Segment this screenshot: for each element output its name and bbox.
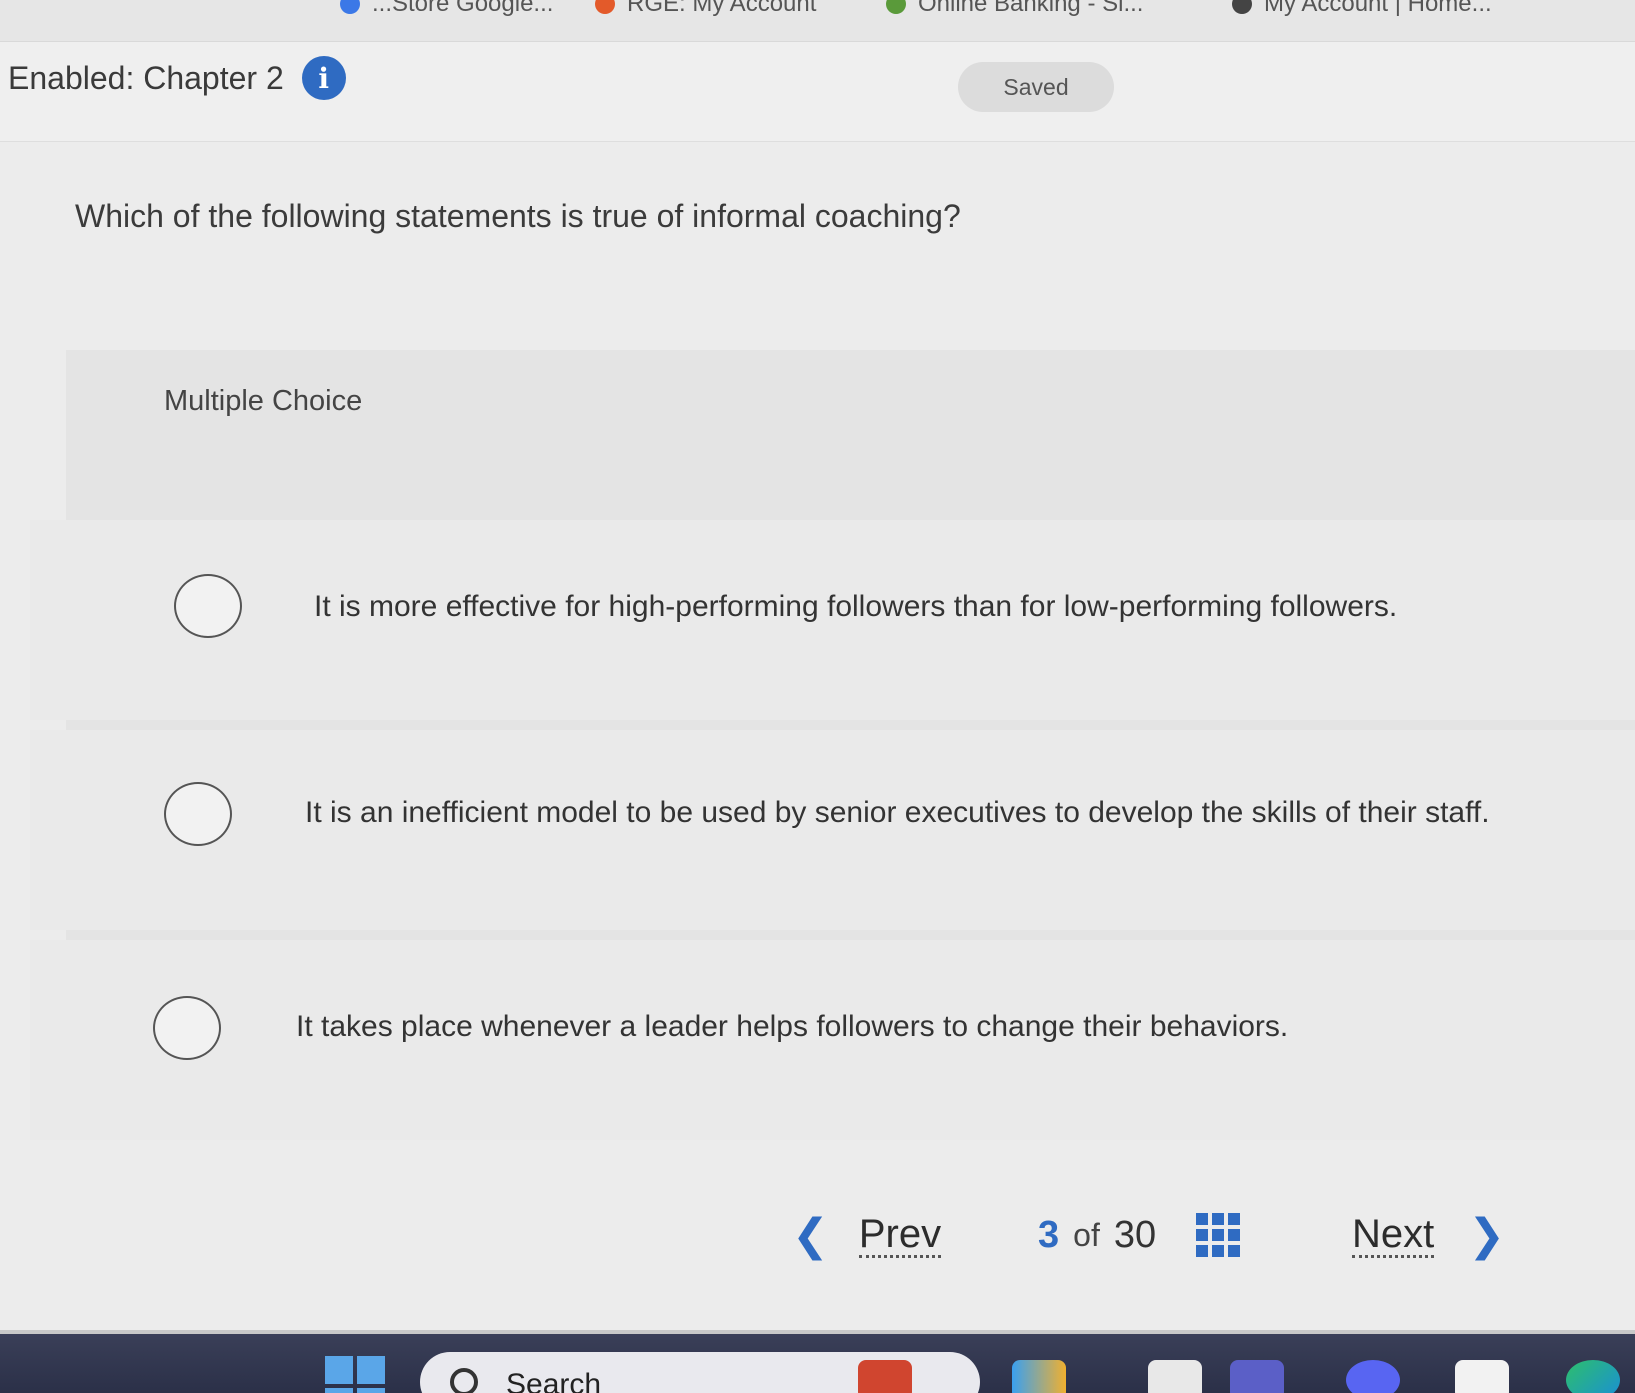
- prev-button[interactable]: ❮ Prev: [792, 1200, 942, 1270]
- saved-status-badge: Saved: [958, 62, 1114, 112]
- answer-option-text[interactable]: It is more effective for high-performing…: [314, 590, 1397, 624]
- gaming-app-icon[interactable]: [858, 1360, 912, 1393]
- total-pages: 30: [1113, 1213, 1157, 1256]
- chevron-right-icon: ❯: [1468, 1209, 1506, 1261]
- page-indicator: 3 of 30: [1038, 1200, 1241, 1270]
- bookmarks-bar: ...Store Google... RGE: My Account Onlin…: [0, 0, 1635, 42]
- search-icon: [450, 1368, 478, 1393]
- bookmark-favicon-icon: [595, 0, 615, 14]
- next-button[interactable]: Next ❯: [1352, 1200, 1505, 1270]
- bookmark-item[interactable]: Online Banking - Si...: [886, 0, 1143, 18]
- copilot-icon[interactable]: [1012, 1360, 1066, 1393]
- answer-option-2[interactable]: It is an inefficient model to be used by…: [30, 730, 1635, 930]
- bookmark-label: ...Store Google...: [372, 0, 554, 17]
- question-prompt: Which of the following statements is tru…: [75, 198, 961, 234]
- page-of-label: of: [1073, 1216, 1100, 1253]
- os-taskbar: Search: [0, 1330, 1635, 1393]
- question-type-label: Multiple Choice: [164, 385, 363, 417]
- answer-option-1[interactable]: It is more effective for high-performing…: [30, 520, 1635, 720]
- answer-option-text[interactable]: It is an inefficient model to be used by…: [305, 796, 1490, 830]
- search-placeholder: Search: [506, 1368, 602, 1393]
- next-label[interactable]: Next: [1352, 1213, 1435, 1258]
- bookmark-favicon-icon: [1232, 0, 1252, 14]
- current-page: 3: [1038, 1213, 1060, 1256]
- info-icon[interactable]: i: [301, 56, 346, 100]
- quiz-title: Enabled: Chapter 2 i: [8, 56, 346, 100]
- file-explorer-icon[interactable]: [1148, 1360, 1202, 1393]
- answer-option-text[interactable]: It takes place whenever a leader helps f…: [296, 1010, 1288, 1044]
- bookmark-label: Online Banking - Si...: [918, 0, 1144, 17]
- radio-button[interactable]: [153, 996, 221, 1060]
- bookmark-item[interactable]: ...Store Google...: [340, 0, 553, 18]
- bookmark-item[interactable]: RGE: My Account: [595, 0, 816, 18]
- windows-start-icon[interactable]: [325, 1356, 385, 1393]
- radio-button[interactable]: [174, 574, 242, 638]
- bookmark-favicon-icon: [340, 0, 360, 14]
- teams-icon[interactable]: [1230, 1360, 1284, 1393]
- chevron-left-icon: ❮: [792, 1209, 829, 1261]
- radio-button[interactable]: [164, 782, 232, 846]
- bookmark-label: RGE: My Account: [627, 0, 817, 17]
- bookmark-favicon-icon: [886, 0, 906, 14]
- discord-icon[interactable]: [1346, 1360, 1400, 1393]
- prev-label[interactable]: Prev: [858, 1213, 942, 1258]
- question-grid-icon[interactable]: [1196, 1213, 1241, 1257]
- bookmark-label: My Account | Home...: [1264, 0, 1492, 17]
- quiz-title-text: Enabled: Chapter 2: [8, 59, 284, 96]
- edge-browser-icon[interactable]: [1566, 1360, 1620, 1393]
- store-icon[interactable]: [1455, 1360, 1509, 1393]
- bookmark-item[interactable]: My Account | Home...: [1232, 0, 1492, 18]
- answer-option-3[interactable]: It takes place whenever a leader helps f…: [30, 940, 1635, 1140]
